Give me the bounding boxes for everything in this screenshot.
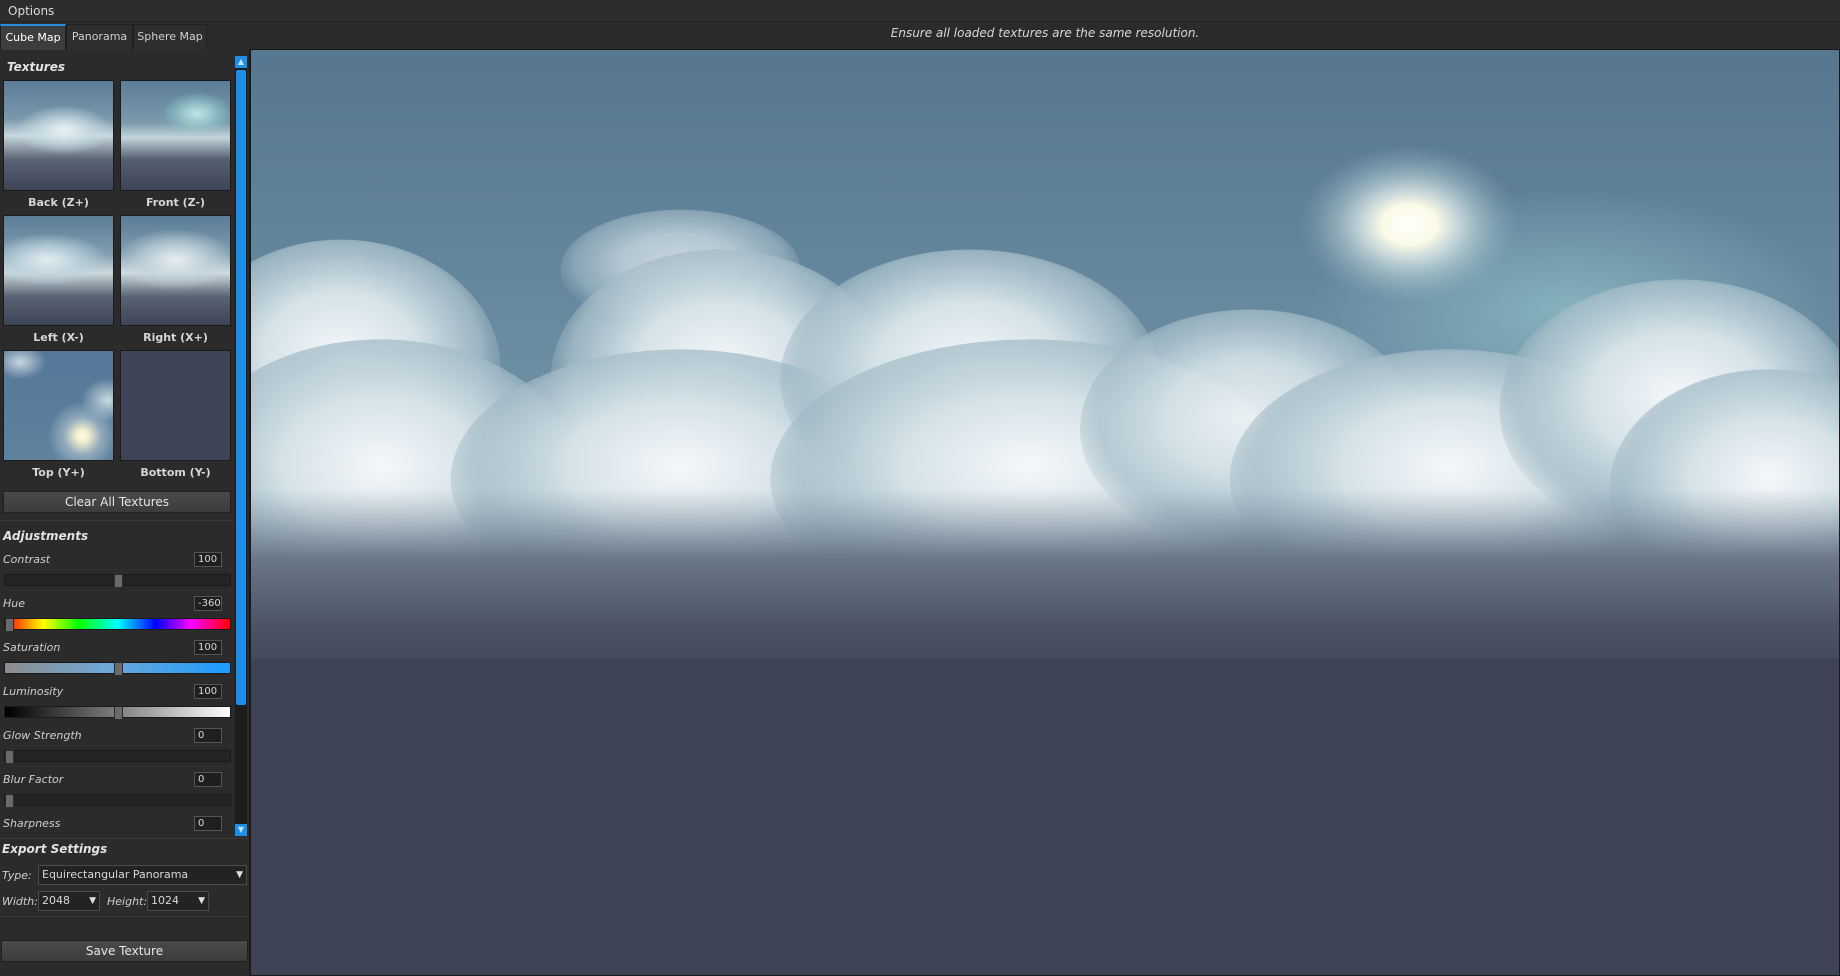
glow-strength-slider-handle[interactable] — [5, 750, 14, 764]
saturation-slider[interactable] — [4, 662, 231, 676]
contrast-slider[interactable] — [4, 574, 231, 588]
texture-bottom-label: Bottom (Y-) — [140, 466, 211, 479]
hue-slider-handle[interactable] — [5, 618, 14, 632]
export-type-label: Type: — [2, 869, 32, 882]
luminosity-label: Luminosity — [3, 685, 64, 698]
export-type-dropdown[interactable]: Equirectangular Panorama ▼ — [38, 865, 247, 885]
glow-strength-value[interactable]: 0 — [194, 728, 222, 743]
divider — [0, 520, 233, 521]
contrast-label: Contrast — [3, 553, 51, 566]
textures-title: Textures — [7, 60, 65, 74]
hue-slider[interactable] — [4, 618, 231, 632]
texture-back-thumbnail[interactable] — [3, 80, 114, 191]
sharpness-value[interactable]: 0 — [194, 816, 222, 831]
luminosity-value[interactable]: 100 — [194, 684, 222, 699]
tab-panorama[interactable]: Panorama — [66, 24, 133, 50]
divider — [0, 838, 248, 839]
hue-label: Hue — [3, 597, 26, 610]
saturation-label: Saturation — [3, 641, 61, 654]
export-width-label: Width: — [2, 895, 38, 908]
export-height-dropdown[interactable]: 1024 ▼ — [147, 891, 209, 911]
adjustments-title: Adjustments — [3, 529, 89, 543]
export-height-value: 1024 — [151, 894, 179, 907]
dropdown-arrow-icon: ▼ — [198, 896, 205, 906]
tab-cube-map[interactable]: Cube Map — [0, 24, 66, 50]
texture-right-label: Right (X+) — [143, 331, 208, 344]
texture-back-label: Back (Z+) — [28, 196, 89, 209]
saturation-slider-handle[interactable] — [114, 662, 123, 676]
glow-strength-label: Glow Strength — [3, 729, 82, 742]
contrast-value[interactable]: 100 — [194, 552, 222, 567]
settings-scrollbar[interactable]: ▲ ▼ — [235, 56, 247, 836]
scroll-down-arrow-icon[interactable]: ▼ — [235, 824, 247, 836]
contrast-slider-handle[interactable] — [114, 574, 123, 588]
texture-top-label: Top (Y+) — [32, 466, 85, 479]
saturation-value[interactable]: 100 — [194, 640, 222, 655]
hue-value[interactable]: -360 — [194, 596, 222, 611]
luminosity-slider[interactable] — [4, 706, 231, 720]
menu-bar: Options — [0, 0, 1840, 22]
texture-top-thumbnail[interactable] — [3, 350, 114, 461]
export-width-value: 2048 — [42, 894, 70, 907]
export-width-dropdown[interactable]: 2048 ▼ — [38, 891, 100, 911]
tab-bar: Cube Map Panorama Sphere Map — [0, 24, 250, 50]
texture-left-label: Left (X-) — [33, 331, 84, 344]
export-settings-title: Export Settings — [2, 842, 108, 856]
glow-strength-slider[interactable] — [4, 750, 231, 764]
tab-sphere-map[interactable]: Sphere Map — [133, 24, 207, 50]
texture-left-thumbnail[interactable] — [3, 215, 114, 326]
texture-front-label: Front (Z-) — [145, 196, 206, 209]
divider — [0, 916, 248, 917]
export-type-value: Equirectangular Panorama — [42, 868, 189, 881]
scroll-up-arrow-icon[interactable]: ▲ — [235, 56, 247, 68]
settings-scroll-area: Textures Back (Z+) Front (Z-) Left (X-) … — [0, 50, 233, 840]
export-height-label: Height: — [107, 895, 148, 908]
texture-bottom-thumbnail[interactable] — [120, 350, 231, 461]
texture-right-thumbnail[interactable] — [120, 215, 231, 326]
blur-factor-value[interactable]: 0 — [194, 772, 222, 787]
save-texture-button[interactable]: Save Texture — [1, 940, 248, 962]
blur-factor-slider[interactable] — [4, 794, 231, 808]
dropdown-arrow-icon: ▼ — [89, 896, 96, 906]
scrollbar-thumb[interactable] — [236, 70, 246, 705]
texture-front-thumbnail[interactable] — [120, 80, 231, 191]
panorama-preview[interactable] — [250, 49, 1840, 976]
left-panel: Textures Back (Z+) Front (Z-) Left (X-) … — [0, 50, 250, 976]
luminosity-slider-handle[interactable] — [114, 706, 123, 720]
panorama-preview-image — [251, 50, 1839, 975]
sharpness-label: Sharpness — [3, 817, 61, 830]
clear-all-textures-button[interactable]: Clear All Textures — [3, 491, 231, 513]
blur-factor-slider-handle[interactable] — [5, 794, 14, 808]
dropdown-arrow-icon: ▼ — [236, 870, 243, 880]
menu-options[interactable]: Options — [0, 0, 62, 22]
blur-factor-label: Blur Factor — [3, 773, 64, 786]
resolution-notice: Ensure all loaded textures are the same … — [890, 26, 1200, 40]
